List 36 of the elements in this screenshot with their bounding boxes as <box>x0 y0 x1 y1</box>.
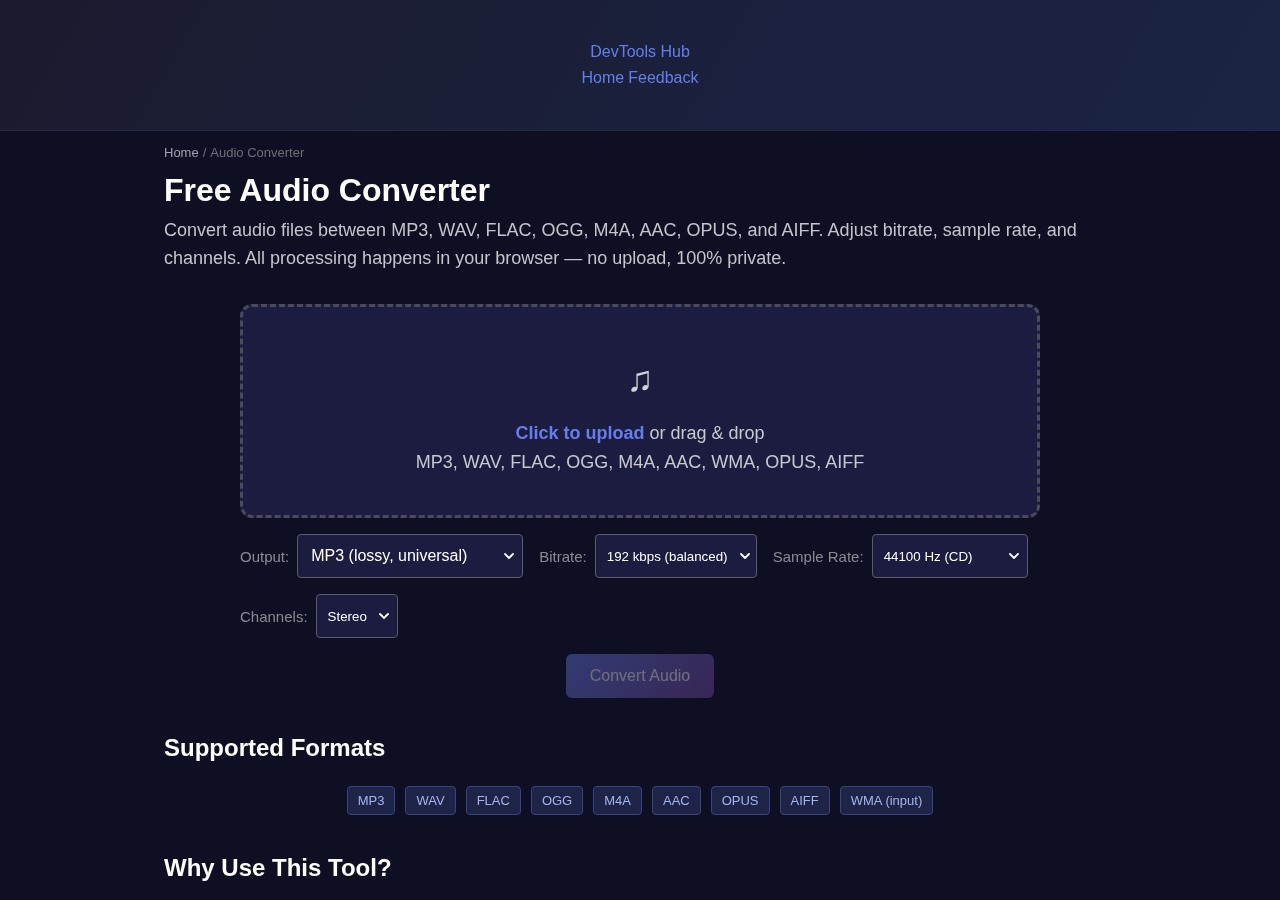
chevron-down-icon <box>739 553 750 559</box>
nav-link[interactable]: Home <box>581 66 625 90</box>
page-title: Free Audio Converter <box>164 171 491 210</box>
nav-link[interactable]: Feedback <box>628 66 699 90</box>
music-note-icon: ♫ <box>626 357 654 401</box>
accepted-formats: MP3, WAV, FLAC, OGG, M4A, AAC, WMA, OPUS, AIFF <box>415 451 865 474</box>
format-tag: MP3 <box>346 786 396 815</box>
option-label: Bitrate: <box>539 547 587 565</box>
option-label: Channels: <box>240 607 308 625</box>
option-dropdown[interactable]: 192 kbps (balanced) <box>594 534 757 578</box>
breadcrumb-current: Audio Converter <box>210 145 305 161</box>
section-heading: Supported Formats <box>164 734 387 762</box>
chevron-down-icon <box>378 613 389 619</box>
upload-prompt: Click to upload or drag & drop <box>515 422 765 445</box>
option-dropdown[interactable]: 44100 Hz (CD) <box>871 534 1028 578</box>
chevron-down-icon <box>1008 553 1019 559</box>
format-tag: AAC <box>651 786 701 815</box>
format-tag: AIFF <box>779 786 830 815</box>
format-tag: OPUS <box>710 786 770 815</box>
page-description: Convert audio files between MP3, WAV, FLAC, OGG, M4A, AAC, OPUS, and AIFF. Adjust bitrate, sample rate, and channels. All processing happens in your browser — no upload, 100% private. <box>164 219 1078 270</box>
format-tag: OGG <box>530 786 584 815</box>
upload-dropzone[interactable]: ♫ Click to upload or drag & drop MP3, WAV, FLAC, OGG, M4A, AAC, WMA, OPUS, AIFF <box>240 304 1040 518</box>
format-tag: WAV <box>405 786 456 815</box>
option-dropdown[interactable]: MP3 (lossy, universal) <box>297 534 524 578</box>
site-title-link[interactable]: DevTools Hub <box>590 40 690 64</box>
section-heading: Why Use This Tool? <box>164 854 393 882</box>
option-label: Sample Rate: <box>772 547 864 565</box>
chevron-down-icon <box>504 553 515 559</box>
format-tag: WMA (input) <box>839 786 934 815</box>
option-dropdown[interactable]: Stereo <box>315 594 398 638</box>
format-tag: M4A <box>593 786 642 815</box>
breadcrumb-separator: / <box>202 145 207 161</box>
breadcrumb-link[interactable]: Home <box>164 145 199 161</box>
format-tag: FLAC <box>465 786 521 815</box>
option-label: Output: <box>240 547 290 565</box>
upload-link[interactable]: Click to upload <box>515 423 645 443</box>
